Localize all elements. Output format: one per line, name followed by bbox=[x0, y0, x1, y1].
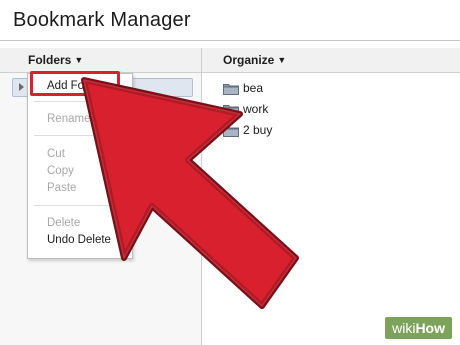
pointer-arrow-icon bbox=[81, 77, 299, 309]
wikihow-watermark: wikiHow bbox=[385, 317, 452, 339]
